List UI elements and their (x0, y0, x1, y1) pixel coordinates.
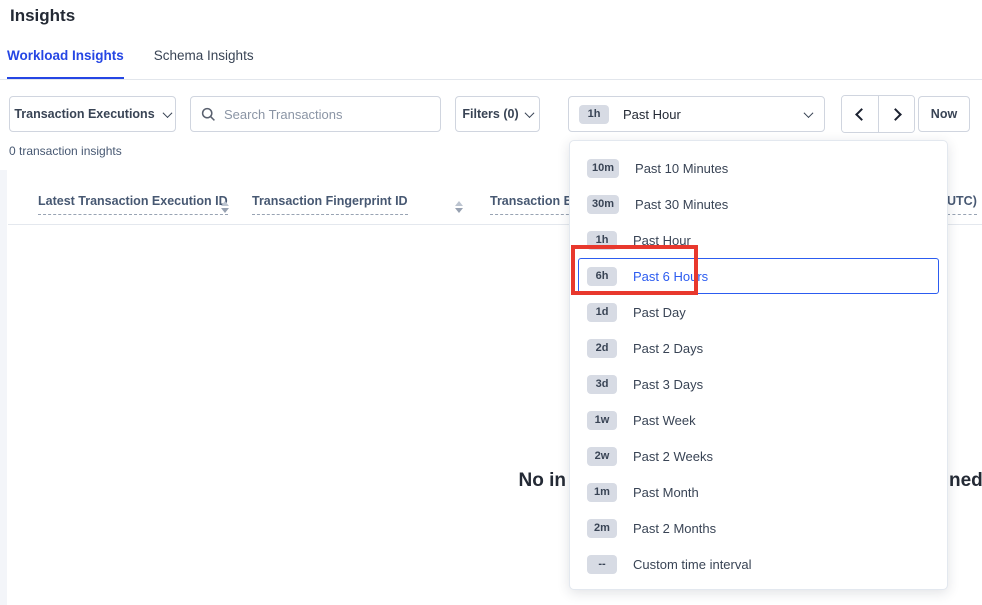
dropdown-item-past-10-minutes[interactable]: 10m Past 10 Minutes (578, 150, 939, 186)
dropdown-item-past-2-days[interactable]: 2d Past 2 Days (578, 330, 939, 366)
empty-state-text-right-fragment: ned. (949, 470, 982, 492)
dropdown-item-past-2-months[interactable]: 2m Past 2 Months (578, 510, 939, 546)
column-header-utc-partial[interactable]: UTC) (947, 194, 977, 215)
search-box (190, 96, 441, 132)
dropdown-item-past-hour[interactable]: 1h Past Hour (578, 222, 939, 258)
chevron-down-icon (162, 108, 172, 118)
filters-button[interactable]: Filters (0) (455, 96, 540, 132)
chevron-down-icon (804, 108, 814, 118)
filters-button-label: Filters (0) (462, 107, 518, 121)
time-interval-label: Past Hour (623, 107, 681, 122)
dropdown-item-past-day[interactable]: 1d Past Day (578, 294, 939, 330)
sort-icon[interactable] (455, 201, 463, 213)
time-interval-badge: 1h (579, 105, 609, 124)
dropdown-item-past-6-hours[interactable]: 6h Past 6 Hours (578, 258, 939, 294)
workload-type-select[interactable]: Transaction Executions (9, 96, 176, 132)
time-interval-dropdown: 10m Past 10 Minutes 30m Past 30 Minutes … (569, 140, 948, 590)
insights-page: Insights Workload Insights Schema Insigh… (0, 0, 982, 605)
previous-interval-button[interactable] (842, 96, 878, 132)
next-interval-button[interactable] (878, 96, 914, 132)
table-left-gutter (0, 170, 7, 605)
tab-bar-divider (0, 79, 982, 80)
now-button[interactable]: Now (918, 96, 970, 132)
time-window-pager (841, 95, 915, 133)
tab-schema-insights[interactable]: Schema Insights (154, 48, 254, 80)
dropdown-item-past-3-days[interactable]: 3d Past 3 Days (578, 366, 939, 402)
column-header-transaction-ex-partial[interactable]: Transaction Ex (490, 194, 579, 215)
workload-type-select-label: Transaction Executions (14, 107, 154, 121)
dropdown-item-custom-time-interval[interactable]: -- Custom time interval (578, 546, 939, 582)
search-icon (201, 107, 216, 122)
column-header-transaction-fingerprint-id[interactable]: Transaction Fingerprint ID (252, 194, 408, 215)
dropdown-item-past-2-weeks[interactable]: 2w Past 2 Weeks (578, 438, 939, 474)
tab-bar: Workload Insights Schema Insights (7, 48, 254, 80)
dropdown-item-past-30-minutes[interactable]: 30m Past 30 Minutes (578, 186, 939, 222)
time-interval-select[interactable]: 1h Past Hour (568, 96, 825, 132)
tab-workload-insights[interactable]: Workload Insights (7, 48, 124, 80)
sort-icon[interactable] (221, 201, 229, 213)
chevron-left-icon (855, 108, 868, 121)
insights-count-summary: 0 transaction insights (9, 144, 122, 158)
dropdown-item-past-week[interactable]: 1w Past Week (578, 402, 939, 438)
chevron-right-icon (889, 108, 902, 121)
empty-state-text-left-fragment: No in (0, 470, 566, 492)
search-input[interactable] (224, 107, 430, 122)
page-title: Insights (10, 6, 75, 26)
column-header-latest-transaction-execution-id[interactable]: Latest Transaction Execution ID (38, 194, 228, 215)
now-button-label: Now (931, 107, 957, 121)
chevron-down-icon (524, 108, 534, 118)
dropdown-item-past-month[interactable]: 1m Past Month (578, 474, 939, 510)
